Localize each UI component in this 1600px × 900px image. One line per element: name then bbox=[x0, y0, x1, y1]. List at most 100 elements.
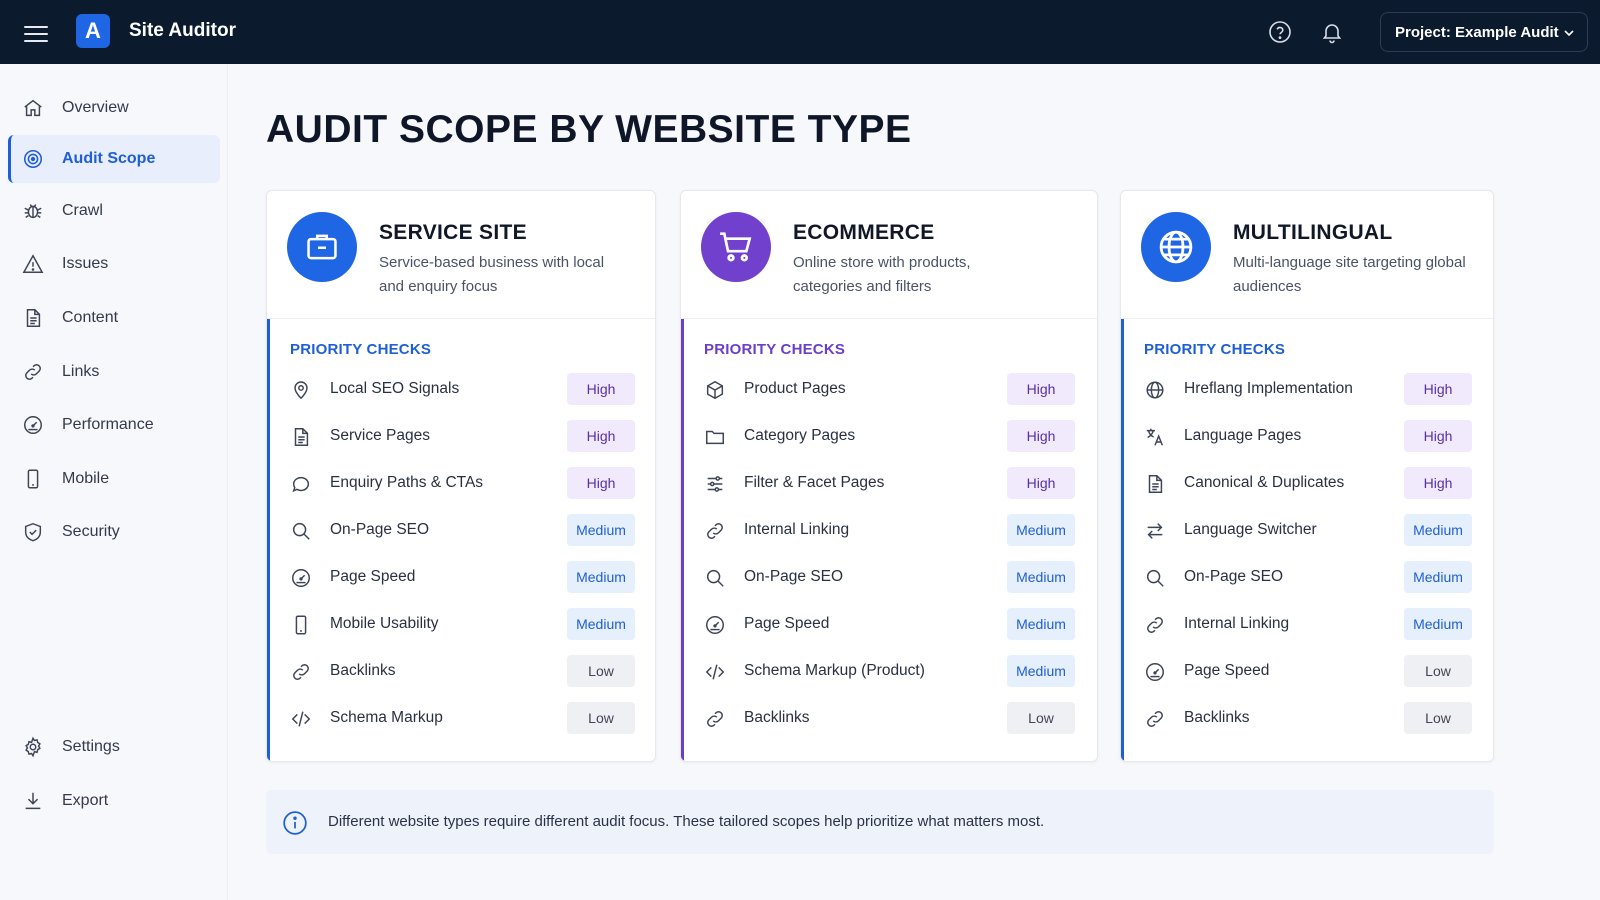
gauge-icon bbox=[24, 416, 42, 434]
card-description: Online store with products, categories a… bbox=[793, 254, 971, 295]
check-label: Page Speed bbox=[330, 568, 416, 585]
location-pin-icon bbox=[294, 381, 308, 400]
info-banner: Different website types require differen… bbox=[266, 790, 1494, 854]
check-row: Mobile Usability Medium bbox=[270, 604, 655, 644]
priority-badge: Low bbox=[1007, 702, 1075, 734]
card-body: PRIORITY CHECKS Local SEO Signals High S… bbox=[267, 319, 655, 761]
check-label: Local SEO Signals bbox=[330, 380, 460, 397]
mobile-icon bbox=[295, 615, 307, 635]
check-row: Enquiry Paths & CTAs High bbox=[270, 463, 655, 503]
check-row: Service Pages High bbox=[270, 416, 655, 456]
notification-bell-icon[interactable] bbox=[1320, 20, 1344, 44]
check-row: Product Pages High bbox=[684, 369, 1097, 409]
check-label: Service Pages bbox=[330, 427, 430, 444]
mobile-icon bbox=[27, 469, 39, 489]
folder-icon bbox=[706, 430, 724, 445]
check-label: Product Pages bbox=[744, 380, 846, 397]
priority-checks-label: PRIORITY CHECKS bbox=[290, 341, 432, 358]
top-bar: A Site Auditor Project: Example Audit bbox=[0, 0, 1600, 64]
priority-badge: Medium bbox=[1404, 608, 1472, 640]
sliders-icon bbox=[707, 476, 723, 492]
card-title: MULTILINGUAL bbox=[1233, 221, 1393, 244]
check-label: Internal Linking bbox=[1184, 615, 1290, 632]
document-icon bbox=[294, 428, 309, 446]
priority-badge: High bbox=[567, 373, 635, 405]
globe-icon bbox=[1141, 212, 1211, 282]
help-icon[interactable] bbox=[1268, 20, 1292, 44]
shopping-cart-icon bbox=[701, 212, 771, 282]
sidebar-item-crawl[interactable]: Crawl bbox=[8, 187, 220, 235]
card-service-site: SERVICE SITE Service-based business with… bbox=[266, 190, 656, 762]
priority-badge: High bbox=[567, 467, 635, 499]
info-text: Different website types require differen… bbox=[328, 813, 1045, 830]
check-label: Internal Linking bbox=[744, 521, 850, 538]
project-selector-label: Project: Example Audit bbox=[1395, 23, 1559, 41]
link-icon bbox=[25, 364, 41, 380]
swap-arrows-icon bbox=[1147, 523, 1163, 539]
box-icon bbox=[706, 380, 724, 400]
sidebar-item-issues[interactable]: Issues bbox=[8, 240, 220, 288]
page-title: AUDIT SCOPE BY WEBSITE TYPE bbox=[266, 108, 912, 151]
check-row: Internal Linking Medium bbox=[1124, 604, 1493, 644]
check-label: Mobile Usability bbox=[330, 615, 439, 632]
app-name: Site Auditor bbox=[129, 20, 236, 41]
check-label: Schema Markup (Product) bbox=[744, 662, 925, 679]
gauge-icon bbox=[292, 569, 310, 587]
sidebar-item-label: Export bbox=[62, 792, 109, 809]
sidebar: Overview Audit Scope Crawl Issues Conten… bbox=[0, 64, 228, 900]
sidebar-item-performance[interactable]: Performance bbox=[8, 401, 220, 449]
check-row: Canonical & Duplicates High bbox=[1124, 463, 1493, 503]
sidebar-item-label: Mobile bbox=[62, 470, 110, 487]
gauge-icon bbox=[1146, 663, 1164, 681]
priority-badge: Medium bbox=[567, 514, 635, 546]
check-row: Page Speed Medium bbox=[270, 557, 655, 597]
sidebar-item-label: Links bbox=[62, 363, 100, 380]
hamburger-menu-icon[interactable] bbox=[24, 22, 48, 42]
card-body: PRIORITY CHECKS Hreflang Implementation … bbox=[1121, 319, 1493, 761]
sidebar-item-audit-scope[interactable]: Audit Scope bbox=[8, 135, 220, 183]
sidebar-item-export[interactable]: Export bbox=[8, 777, 220, 825]
sidebar-item-label: Content bbox=[62, 309, 119, 326]
card-description: Multi-language site targeting global aud… bbox=[1233, 254, 1466, 295]
check-label: Enquiry Paths & CTAs bbox=[330, 474, 484, 491]
sidebar-item-overview[interactable]: Overview bbox=[8, 84, 220, 132]
globe-icon bbox=[1146, 381, 1164, 399]
check-row: Hreflang Implementation High bbox=[1124, 369, 1493, 409]
card-title: ECOMMERCE bbox=[793, 221, 935, 244]
sidebar-item-links[interactable]: Links bbox=[8, 348, 220, 396]
priority-badge: High bbox=[1007, 467, 1075, 499]
priority-badge: Medium bbox=[1007, 608, 1075, 640]
priority-badge: Low bbox=[567, 655, 635, 687]
priority-badge: High bbox=[1404, 467, 1472, 499]
sidebar-item-security[interactable]: Security bbox=[8, 508, 220, 556]
sidebar-item-mobile[interactable]: Mobile bbox=[8, 455, 220, 503]
priority-badge: Medium bbox=[1404, 514, 1472, 546]
priority-badge: Medium bbox=[1007, 514, 1075, 546]
priority-badge: Medium bbox=[1007, 655, 1075, 687]
sidebar-item-label: Settings bbox=[62, 738, 120, 755]
priority-badge: Low bbox=[1404, 655, 1472, 687]
check-row: Schema Markup Low bbox=[270, 698, 655, 738]
check-label: Backlinks bbox=[744, 709, 810, 726]
search-icon bbox=[292, 522, 310, 540]
target-icon bbox=[23, 149, 43, 169]
card-description: Service-based business with local and en… bbox=[379, 254, 605, 295]
sidebar-item-content[interactable]: Content bbox=[8, 294, 220, 342]
card-ecommerce: ECOMMERCE Online store with products, ca… bbox=[680, 190, 1098, 762]
card-multilingual: MULTILINGUAL Multi-language site targeti… bbox=[1120, 190, 1494, 762]
priority-badge: Medium bbox=[1404, 561, 1472, 593]
sidebar-item-settings[interactable]: Settings bbox=[8, 723, 220, 771]
sidebar-item-label: Issues bbox=[62, 255, 109, 272]
project-selector[interactable]: Project: Example Audit bbox=[1380, 12, 1588, 52]
check-row: Language Pages High bbox=[1124, 416, 1493, 456]
priority-badge: High bbox=[1007, 420, 1075, 452]
link-icon bbox=[1147, 617, 1163, 633]
sidebar-item-label: Crawl bbox=[62, 202, 103, 219]
chevron-down-icon bbox=[1564, 30, 1574, 37]
check-row: Local SEO Signals High bbox=[270, 369, 655, 409]
gauge-icon bbox=[706, 616, 724, 634]
check-row: Internal Linking Medium bbox=[684, 510, 1097, 550]
priority-badge: Low bbox=[567, 702, 635, 734]
check-row: Backlinks Low bbox=[684, 698, 1097, 738]
priority-badge: Medium bbox=[1007, 561, 1075, 593]
